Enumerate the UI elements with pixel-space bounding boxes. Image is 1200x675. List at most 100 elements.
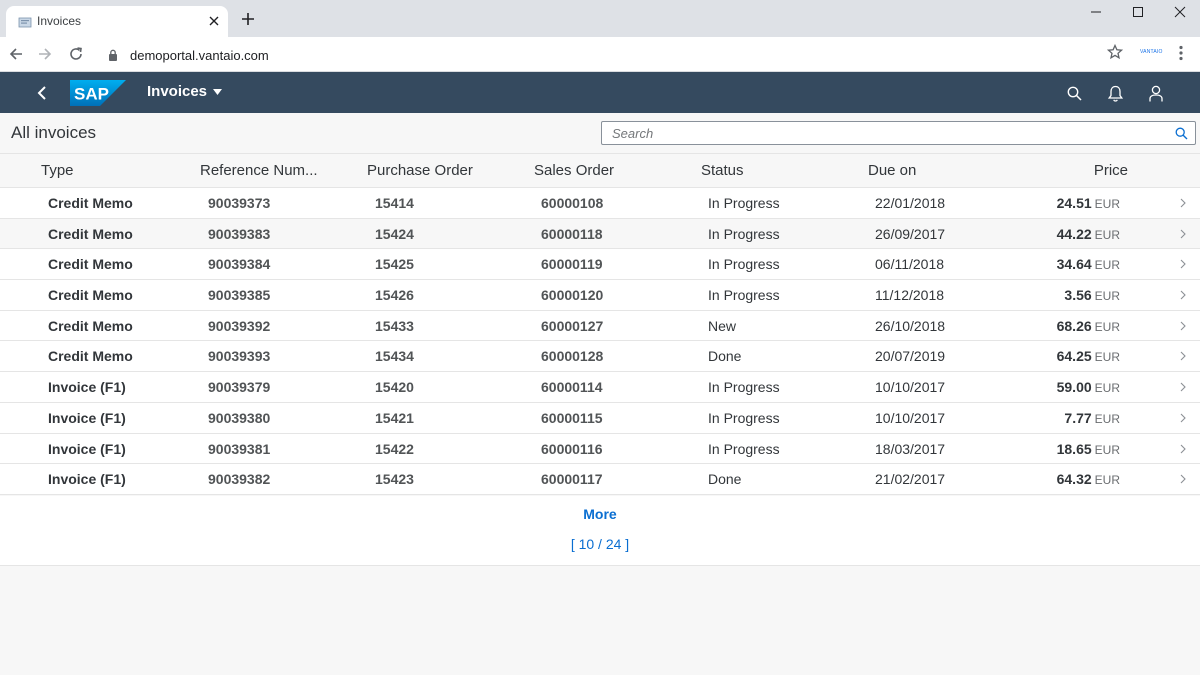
table-body: Credit Memo 90039373 15414 60000108 In P… bbox=[0, 188, 1200, 495]
cell-status: In Progress bbox=[708, 287, 780, 304]
new-tab-button[interactable] bbox=[238, 9, 258, 29]
chevron-right-icon bbox=[1180, 321, 1186, 331]
row-navigate-button[interactable] bbox=[1176, 411, 1190, 425]
cell-status: In Progress bbox=[708, 195, 780, 211]
browser-menu-button[interactable] bbox=[1172, 44, 1190, 62]
cell-reference: 90039382 bbox=[208, 471, 271, 488]
cell-type: Credit Memo bbox=[48, 348, 133, 365]
tab-close-button[interactable] bbox=[204, 11, 224, 31]
column-header-price[interactable]: Price bbox=[1094, 162, 1128, 179]
more-vertical-icon bbox=[1179, 45, 1183, 61]
table-row[interactable]: Credit Memo 90039392 15433 60000127 New … bbox=[0, 310, 1200, 342]
sap-logo[interactable]: SAP bbox=[70, 80, 126, 106]
browser-forward-button[interactable] bbox=[34, 43, 56, 65]
growing-list-trigger: More [ 10 / 24 ] bbox=[0, 496, 1200, 566]
cell-sales-order: 60000120 bbox=[541, 287, 604, 304]
plus-icon bbox=[242, 13, 254, 25]
star-icon bbox=[1107, 44, 1123, 60]
browser-reload-button[interactable] bbox=[65, 43, 87, 65]
column-header-due-on[interactable]: Due on bbox=[868, 162, 916, 179]
cell-price: 18.65 EUR bbox=[1057, 441, 1120, 457]
cell-sales-order: 60000127 bbox=[541, 317, 604, 334]
cell-due-on: 10/10/2017 bbox=[875, 379, 946, 396]
price-amount: 44.22 bbox=[1056, 225, 1092, 242]
table-row[interactable]: Invoice (F1) 90039379 15420 60000114 In … bbox=[0, 372, 1200, 403]
cell-sales-order: 60000128 bbox=[541, 348, 604, 365]
row-navigate-button[interactable] bbox=[1176, 288, 1190, 302]
url-text: demoportal.vantaio.com bbox=[130, 48, 269, 63]
table-row[interactable]: Invoice (F1) 90039380 15421 60000115 In … bbox=[0, 402, 1200, 434]
row-navigate-button[interactable] bbox=[1176, 319, 1190, 333]
caret-down-icon bbox=[213, 88, 223, 95]
bookmark-star-button[interactable] bbox=[1106, 43, 1124, 61]
table-row[interactable]: Credit Memo 90039393 15434 60000128 Done… bbox=[0, 341, 1200, 373]
chevron-right-icon bbox=[1180, 474, 1186, 484]
cell-status: In Progress bbox=[708, 225, 780, 242]
browser-tab[interactable]: Invoices bbox=[6, 6, 228, 37]
table-row[interactable]: Invoice (F1) 90039382 15423 60000117 Don… bbox=[0, 464, 1200, 495]
shell-search-button[interactable] bbox=[1063, 82, 1085, 104]
cell-price: 64.25 EUR bbox=[1057, 348, 1120, 364]
price-amount: 18.65 bbox=[1056, 440, 1092, 457]
cell-due-on: 21/02/2017 bbox=[875, 471, 946, 488]
app-title-menu[interactable]: Invoices bbox=[147, 83, 223, 100]
chevron-right-icon bbox=[1180, 352, 1186, 361]
chevron-left-icon bbox=[37, 86, 46, 100]
cell-status: In Progress bbox=[708, 440, 780, 457]
shell-back-button[interactable] bbox=[31, 82, 53, 104]
arrow-right-icon bbox=[39, 48, 52, 60]
window-maximize-button[interactable] bbox=[1118, 2, 1158, 22]
table-row[interactable]: Credit Memo 90039385 15426 60000120 In P… bbox=[0, 280, 1200, 311]
chevron-right-icon bbox=[1180, 290, 1186, 300]
row-navigate-button[interactable] bbox=[1176, 472, 1190, 486]
cell-due-on: 26/10/2018 bbox=[875, 317, 946, 334]
app-title: Invoices bbox=[147, 83, 208, 100]
column-header-sales-order[interactable]: Sales Order bbox=[534, 162, 614, 179]
more-button[interactable]: More bbox=[560, 506, 640, 522]
browser-back-button[interactable] bbox=[5, 43, 27, 65]
browser-toolbar: demoportal.vantaio.com bbox=[0, 37, 1200, 72]
price-currency: EUR bbox=[1094, 289, 1120, 304]
cell-reference: 90039384 bbox=[208, 256, 271, 273]
cell-purchase-order: 15422 bbox=[375, 440, 414, 457]
column-header-reference[interactable]: Reference Num... bbox=[200, 162, 318, 179]
row-navigate-button[interactable] bbox=[1176, 257, 1190, 271]
window-minimize-button[interactable] bbox=[1076, 2, 1116, 22]
cell-price: 7.77 EUR bbox=[1064, 410, 1120, 426]
table-row[interactable]: Credit Memo 90039384 15425 60000119 In P… bbox=[0, 249, 1200, 281]
cell-purchase-order: 15423 bbox=[375, 471, 414, 488]
cell-status: New bbox=[708, 317, 737, 334]
price-amount: 59.00 bbox=[1056, 379, 1092, 396]
row-navigate-button[interactable] bbox=[1176, 349, 1190, 363]
invoices-table: Type Reference Num... Purchase Order Sal… bbox=[0, 154, 1200, 495]
column-header-status[interactable]: Status bbox=[701, 162, 744, 179]
cell-status: In Progress bbox=[708, 256, 780, 273]
address-bar[interactable]: demoportal.vantaio.com bbox=[98, 41, 1138, 69]
window-close-button[interactable] bbox=[1160, 2, 1200, 22]
cell-status: In Progress bbox=[708, 379, 780, 396]
notifications-button[interactable] bbox=[1104, 82, 1126, 104]
price-amount: 3.56 bbox=[1064, 287, 1092, 304]
column-header-purchase-order[interactable]: Purchase Order bbox=[367, 162, 473, 179]
row-navigate-button[interactable] bbox=[1176, 442, 1190, 456]
table-row[interactable]: Invoice (F1) 90039381 15422 60000116 In … bbox=[0, 433, 1200, 465]
cell-due-on: 20/07/2019 bbox=[875, 348, 946, 365]
extension-vantaio-button[interactable]: VANTAIO bbox=[1140, 49, 1164, 59]
cell-type: Credit Memo bbox=[48, 195, 133, 211]
search-input[interactable] bbox=[612, 125, 1152, 141]
user-menu-button[interactable] bbox=[1145, 82, 1167, 104]
column-header-type[interactable]: Type bbox=[41, 162, 74, 179]
search-submit-button[interactable] bbox=[1172, 125, 1190, 141]
search-icon bbox=[1067, 86, 1082, 101]
row-navigate-button[interactable] bbox=[1176, 227, 1190, 241]
cell-reference: 90039393 bbox=[208, 348, 271, 365]
row-navigate-button[interactable] bbox=[1176, 380, 1190, 394]
search-field[interactable] bbox=[601, 121, 1196, 145]
table-row[interactable]: Credit Memo 90039373 15414 60000108 In P… bbox=[0, 188, 1200, 219]
cell-sales-order: 60000117 bbox=[541, 471, 603, 488]
table-row[interactable]: Credit Memo 90039383 15424 60000118 In P… bbox=[0, 218, 1200, 250]
row-navigate-button[interactable] bbox=[1176, 196, 1190, 210]
cell-status: In Progress bbox=[708, 409, 780, 426]
cell-reference: 90039381 bbox=[208, 440, 271, 457]
chevron-right-icon bbox=[1180, 444, 1186, 453]
